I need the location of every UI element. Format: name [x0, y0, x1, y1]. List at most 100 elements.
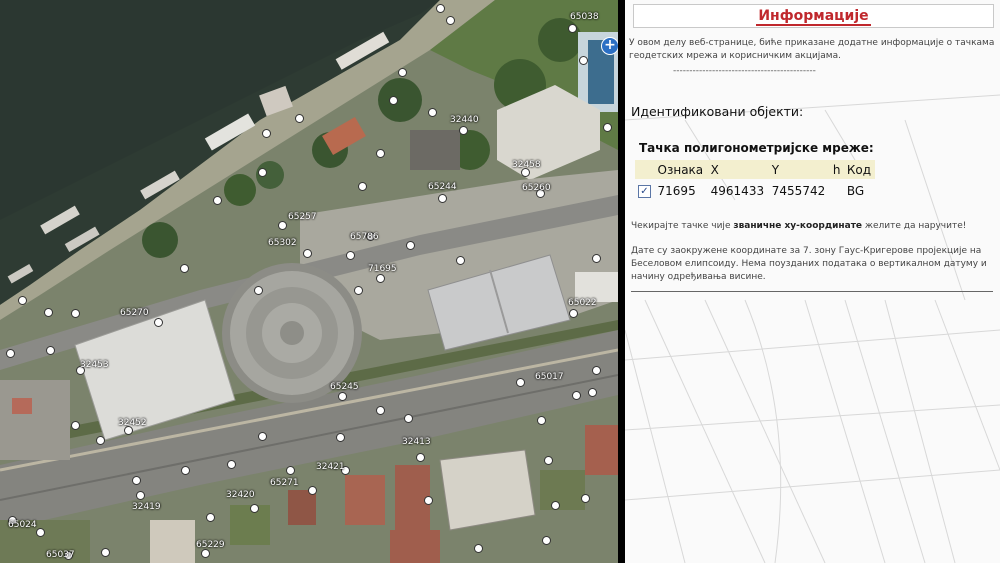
survey-point-marker[interactable]	[376, 274, 385, 283]
survey-point-marker[interactable]	[579, 56, 588, 65]
survey-point-marker[interactable]	[44, 308, 53, 317]
survey-point-marker[interactable]	[572, 391, 581, 400]
survey-point-marker[interactable]	[424, 496, 433, 505]
survey-point-marker[interactable]	[446, 16, 455, 25]
survey-point-marker[interactable]	[404, 414, 413, 423]
network-title: Тачка полигонометријске мреже:	[639, 141, 874, 155]
survey-point-marker[interactable]	[262, 129, 271, 138]
survey-point-marker[interactable]	[201, 549, 210, 558]
col-header-oznaka: Ознака	[654, 160, 708, 179]
survey-point-marker[interactable]	[568, 24, 577, 33]
dashed-separator: ----------------------------------------…	[673, 66, 816, 76]
info-panel: Информације У овом делу веб-странице, би…	[625, 0, 1000, 563]
survey-point-marker[interactable]	[376, 149, 385, 158]
survey-point-marker[interactable]	[459, 126, 468, 135]
cell-h	[830, 179, 844, 200]
survey-point-marker[interactable]	[6, 349, 15, 358]
survey-point-marker[interactable]	[213, 196, 222, 205]
table-header-row: Ознака X Y h Код	[635, 160, 875, 179]
survey-point-marker[interactable]	[406, 241, 415, 250]
cell-kod: BG	[846, 183, 865, 198]
survey-point-marker[interactable]	[254, 286, 263, 295]
order-hint: Чекирајте тачке чије званичне xy-координ…	[631, 221, 967, 231]
survey-point-marker[interactable]	[154, 318, 163, 327]
survey-point-marker[interactable]	[46, 346, 55, 355]
survey-point-marker[interactable]	[358, 182, 367, 191]
survey-point-marker[interactable]	[603, 123, 612, 132]
survey-point-marker[interactable]	[206, 513, 215, 522]
col-header-kod: Код	[843, 160, 875, 179]
survey-point-marker[interactable]	[295, 114, 304, 123]
survey-point-marker[interactable]	[366, 232, 375, 241]
survey-point-marker[interactable]	[336, 433, 345, 442]
survey-point-marker[interactable]	[250, 504, 259, 513]
survey-point-marker[interactable]	[181, 466, 190, 475]
survey-point-marker[interactable]	[416, 453, 425, 462]
col-header-h: h	[829, 160, 844, 179]
cell-y: 7455742	[771, 183, 826, 198]
survey-point-marker[interactable]	[592, 254, 601, 263]
survey-point-marker[interactable]	[258, 432, 267, 441]
survey-point-marker[interactable]	[544, 456, 553, 465]
point-checkbox[interactable]: ✓	[638, 185, 651, 198]
info-title: Информације	[756, 8, 871, 26]
pane-divider[interactable]	[618, 0, 625, 563]
survey-point-marker[interactable]	[76, 366, 85, 375]
survey-point-marker[interactable]	[551, 501, 560, 510]
info-header: Информације	[633, 4, 994, 28]
survey-point-marker[interactable]	[180, 264, 189, 273]
survey-point-marker[interactable]	[581, 494, 590, 503]
zoom-in-button[interactable]: +	[601, 37, 618, 55]
survey-point-marker[interactable]	[537, 416, 546, 425]
survey-point-marker[interactable]	[588, 388, 597, 397]
survey-point-marker[interactable]	[346, 251, 355, 260]
col-header-x: X	[707, 160, 769, 179]
survey-point-marker[interactable]	[308, 486, 317, 495]
cell-oznaka: 71695	[657, 183, 696, 198]
intro-text: У овом делу веб-странице, биће приказане…	[629, 38, 995, 61]
survey-point-marker[interactable]	[136, 491, 145, 500]
survey-point-marker[interactable]	[536, 189, 545, 198]
survey-point-marker[interactable]	[303, 249, 312, 258]
survey-point-marker[interactable]	[71, 309, 80, 318]
table-row: ✓ 71695 4961433 7455742 BG	[635, 179, 875, 200]
survey-point-marker[interactable]	[8, 516, 17, 525]
survey-point-marker[interactable]	[592, 366, 601, 375]
survey-point-marker[interactable]	[278, 221, 287, 230]
survey-point-marker[interactable]	[542, 536, 551, 545]
survey-point-marker[interactable]	[354, 286, 363, 295]
survey-point-marker[interactable]	[96, 436, 105, 445]
survey-point-marker[interactable]	[258, 168, 267, 177]
survey-point-marker[interactable]	[474, 544, 483, 553]
coordinate-note: Дате су заокружене координате за 7. зону…	[631, 246, 987, 282]
survey-point-marker[interactable]	[438, 194, 447, 203]
survey-point-marker[interactable]	[36, 528, 45, 537]
survey-point-marker[interactable]	[436, 4, 445, 13]
aerial-map[interactable]: 32458 65244 65260 65257 65302 65786 7169…	[0, 0, 618, 563]
points-table: Ознака X Y h Код ✓ 71695 4961433 7455742…	[635, 160, 875, 200]
survey-point-marker[interactable]	[398, 68, 407, 77]
survey-point-marker[interactable]	[132, 476, 141, 485]
identified-objects-label: Идентификовани објекти:	[631, 104, 804, 119]
survey-point-marker[interactable]	[521, 168, 530, 177]
survey-point-marker[interactable]	[338, 392, 347, 401]
survey-point-marker[interactable]	[376, 406, 385, 415]
survey-point-marker[interactable]	[227, 460, 236, 469]
survey-point-marker[interactable]	[64, 551, 73, 560]
survey-point-marker[interactable]	[124, 426, 133, 435]
survey-point-marker[interactable]	[341, 466, 350, 475]
survey-point-marker[interactable]	[569, 309, 578, 318]
cell-x: 4961433	[710, 183, 765, 198]
separator-line	[631, 291, 993, 292]
survey-point-marker[interactable]	[286, 466, 295, 475]
survey-point-marker[interactable]	[456, 256, 465, 265]
survey-point-marker[interactable]	[428, 108, 437, 117]
survey-point-marker[interactable]	[18, 296, 27, 305]
col-header-select	[635, 160, 655, 179]
survey-point-marker[interactable]	[71, 421, 80, 430]
survey-point-marker[interactable]	[389, 96, 398, 105]
aerial-imagery	[0, 0, 618, 563]
survey-point-marker[interactable]	[516, 378, 525, 387]
survey-point-marker[interactable]	[101, 548, 110, 557]
col-header-y: Y	[768, 160, 830, 179]
